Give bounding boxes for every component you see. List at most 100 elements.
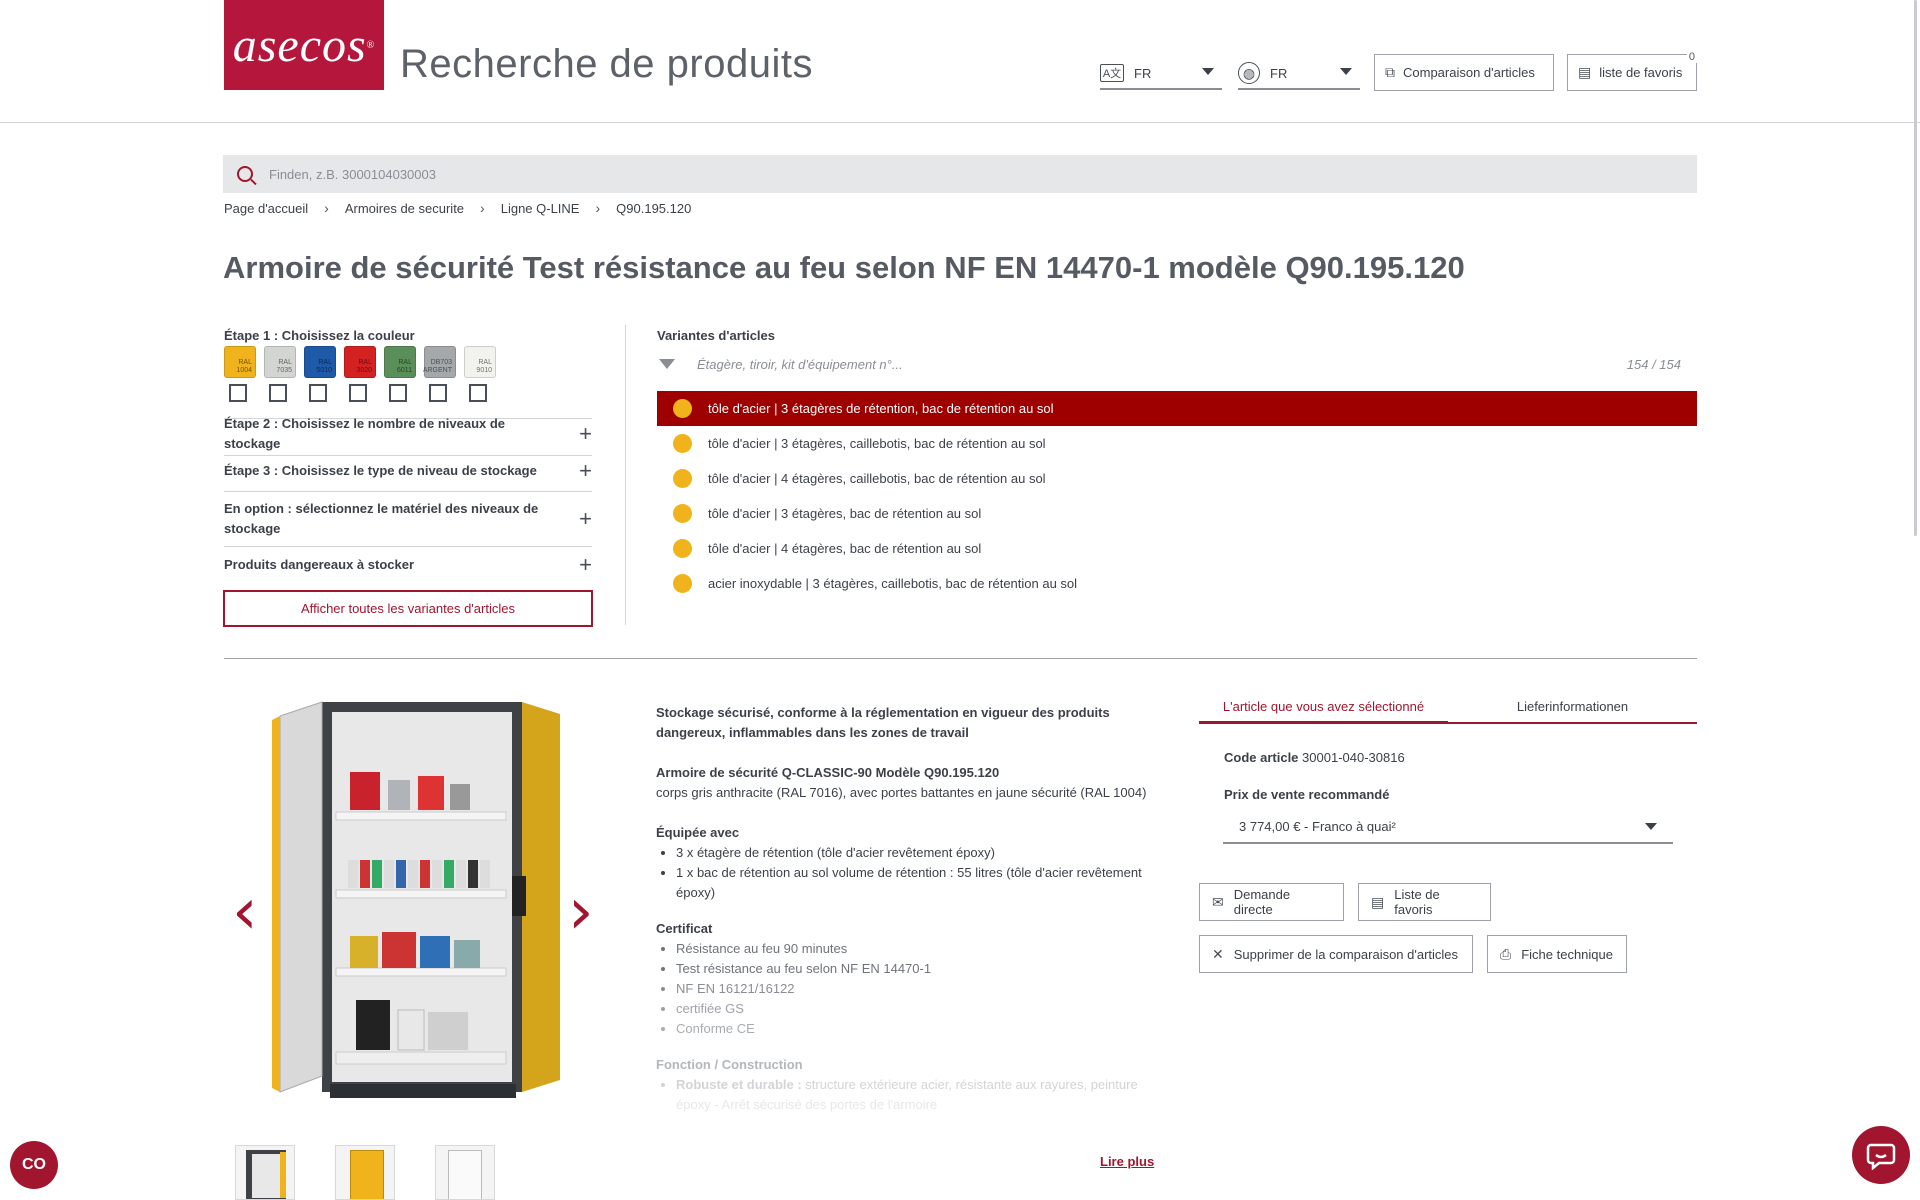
step2-accordion[interactable]: Étape 2 : Choisissez le nombre de niveau… (224, 416, 592, 451)
language-value: FR (1134, 65, 1152, 81)
swatch-code: DB703 (430, 359, 452, 366)
price-label: Prix de vente recommandé (1224, 787, 1390, 802)
price-value: 3 774,00 € - Franco à quai² (1239, 818, 1396, 834)
favorites-count-badge: 0 (1686, 51, 1697, 63)
chat-button[interactable] (1852, 1126, 1910, 1184)
color-swatch[interactable]: RAL 1004 (224, 346, 256, 378)
color-swatch[interactable]: RAL 5010 (304, 346, 336, 378)
option-accordion[interactable]: En option : sélectionnez le matériel des… (224, 491, 592, 545)
article-code-value: 30001-040-30816 (1302, 750, 1405, 765)
translate-icon: A文 (1100, 64, 1124, 82)
step3-label: Étape 3 : Choisissez le type de niveau d… (224, 462, 537, 478)
plus-icon: + (579, 551, 592, 577)
variant-row[interactable]: tôle d'acier | 4 étagères, caillebotis, … (657, 461, 1697, 496)
breadcrumb-home[interactable]: Page d'accueil (224, 201, 308, 216)
function-text2: époxy - Arrêt sécurisé des portes de l'a… (676, 1097, 938, 1112)
language-select[interactable]: A文 FR (1100, 58, 1222, 90)
product-image[interactable] (260, 700, 570, 1120)
swatch-num: 1004 (236, 367, 252, 374)
color-swatch[interactable]: RAL 7035 (264, 346, 296, 378)
variant-row[interactable]: tôle d'acier | 3 étagères de rétention, … (657, 391, 1697, 426)
color-swatch[interactable]: RAL 9010 (464, 346, 496, 378)
color-checkbox[interactable] (229, 384, 247, 402)
search-bar[interactable] (223, 155, 1697, 193)
equipped-title: Équipée avec (656, 825, 740, 840)
add-favorites-label: Liste de favoris (1394, 887, 1440, 917)
swatch-num: 5010 (316, 367, 332, 374)
cert-item: Résistance au feu 90 minutes (676, 939, 1156, 959)
cookie-icon: CO (22, 1156, 46, 1173)
thumbnail-closed-cabinet[interactable] (335, 1145, 395, 1200)
color-checkbox[interactable] (469, 384, 487, 402)
compare-button[interactable]: ⧉ Comparaison d'articles (1374, 54, 1554, 91)
show-all-variants-button[interactable]: Afficher toutes les variantes d'articles (223, 590, 593, 627)
swatch-num: 6011 (396, 367, 412, 374)
variant-row[interactable]: tôle d'acier | 3 étagères, bac de rétent… (657, 496, 1697, 531)
article-code: Code article 30001-040-30816 (1224, 750, 1405, 765)
cert-list: Résistance au feu 90 minutes Test résist… (656, 939, 1156, 1039)
price-select[interactable]: 3 774,00 € - Franco à quai² (1223, 810, 1673, 844)
chevron-left-icon[interactable]: ‹ (232, 880, 258, 944)
variant-row[interactable]: acier inoxydable | 3 étagères, caillebot… (657, 566, 1697, 601)
equipped-item: 3 x étagère de rétention (tôle d'acier r… (676, 843, 1156, 863)
thumbnail-open-cabinet[interactable] (235, 1145, 295, 1200)
pdf-icon: ⎙ (1500, 945, 1512, 962)
country-select[interactable]: ◍ FR (1238, 58, 1360, 90)
add-favorites-button[interactable]: ▤ Liste de favoris (1358, 883, 1491, 921)
variant-label: tôle d'acier | 3 étagères, caillebotis, … (708, 436, 1046, 451)
direct-inquiry-button[interactable]: ✉ Demande directe (1199, 883, 1344, 921)
color-swatch[interactable]: DB703 ARGENT (423, 346, 456, 378)
breadcrumb-safety-cabinets[interactable]: Armoires de securite (345, 201, 464, 216)
model-title: Armoire de sécurité Q-CLASSIC-90 Modèle … (656, 765, 1000, 780)
copy-icon: ⧉ (1385, 64, 1395, 80)
variant-color-dot (673, 469, 692, 488)
asecos-logo[interactable]: asecos ® (224, 0, 384, 90)
page-scrollbar[interactable] (1914, 0, 1917, 536)
variant-row[interactable]: tôle d'acier | 4 étagères, bac de rétent… (657, 531, 1697, 566)
chevron-right-icon: › (595, 200, 601, 216)
section-divider (224, 658, 1697, 659)
product-description: Stockage sécurisé, conforme à la régleme… (656, 703, 1156, 1131)
tab-delivery-info[interactable]: Lieferinformationen (1448, 694, 1697, 722)
chevron-right-icon[interactable]: › (568, 880, 594, 944)
color-checkbox[interactable] (309, 384, 327, 402)
hazard-accordion[interactable]: Produits dangereaux à stocker + (224, 546, 592, 582)
color-checkbox[interactable] (269, 384, 287, 402)
tab-selected-article[interactable]: L'article que vous avez sélectionné (1199, 694, 1448, 724)
step3-accordion[interactable]: Étape 3 : Choisissez le type de niveau d… (224, 455, 592, 485)
favorites-button[interactable]: ▤ liste de favoris 0 (1567, 51, 1697, 91)
remove-compare-label: Supprimer de la comparaison d'articles (1233, 946, 1459, 962)
variant-row[interactable]: tôle d'acier | 3 étagères, caillebotis, … (657, 426, 1697, 461)
thumbnail-drawing[interactable] (435, 1145, 495, 1200)
swatch-code: RAL (358, 359, 372, 366)
favorites-label: liste de favoris (1599, 65, 1683, 80)
country-value: FR (1270, 65, 1288, 81)
step1-label: Étape 1 : Choisissez la couleur (224, 328, 415, 343)
color-checkbox[interactable] (389, 384, 407, 402)
plus-icon: + (579, 505, 592, 531)
cookie-settings-button[interactable]: CO (10, 1141, 58, 1189)
plus-icon: + (579, 420, 592, 446)
remove-compare-button[interactable]: ✕ Supprimer de la comparaison d'articles (1199, 935, 1473, 973)
variant-label: tôle d'acier | 3 étagères de rétention, … (708, 401, 1054, 416)
color-swatch[interactable]: RAL 6011 (384, 346, 416, 378)
read-more-link[interactable]: Lire plus (1100, 1154, 1154, 1169)
clipboard-icon: ▤ (1578, 64, 1592, 80)
swatch-code: RAL (318, 359, 332, 366)
color-swatch[interactable]: RAL 3020 (344, 346, 376, 378)
breadcrumb-q-line[interactable]: Ligne Q-LINE (501, 201, 580, 216)
swatch-code: RAL (278, 359, 292, 366)
swatch-code: RAL (238, 359, 252, 366)
variants-count: 154 / 154 (1626, 356, 1681, 372)
variants-filter[interactable]: Étagère, tiroir, kit d'équipement n°... … (657, 352, 1697, 376)
color-swatches: RAL 1004 RAL 7035 RAL 5010 RAL 3020 RAL 6011 DB703… (224, 346, 496, 378)
chat-bubble-icon (1866, 1143, 1896, 1170)
search-icon (237, 166, 253, 182)
product-tabs: L'article que vous avez sélectionné Lief… (1199, 694, 1697, 724)
cert-item: NF EN 16121/16122 (676, 979, 1156, 999)
color-checkbox[interactable] (349, 384, 367, 402)
datasheet-button[interactable]: ⎙ Fiche technique (1487, 935, 1627, 973)
clipboard-icon: ▤ (1371, 893, 1385, 910)
search-input[interactable] (267, 165, 1067, 183)
color-checkbox[interactable] (429, 384, 447, 402)
